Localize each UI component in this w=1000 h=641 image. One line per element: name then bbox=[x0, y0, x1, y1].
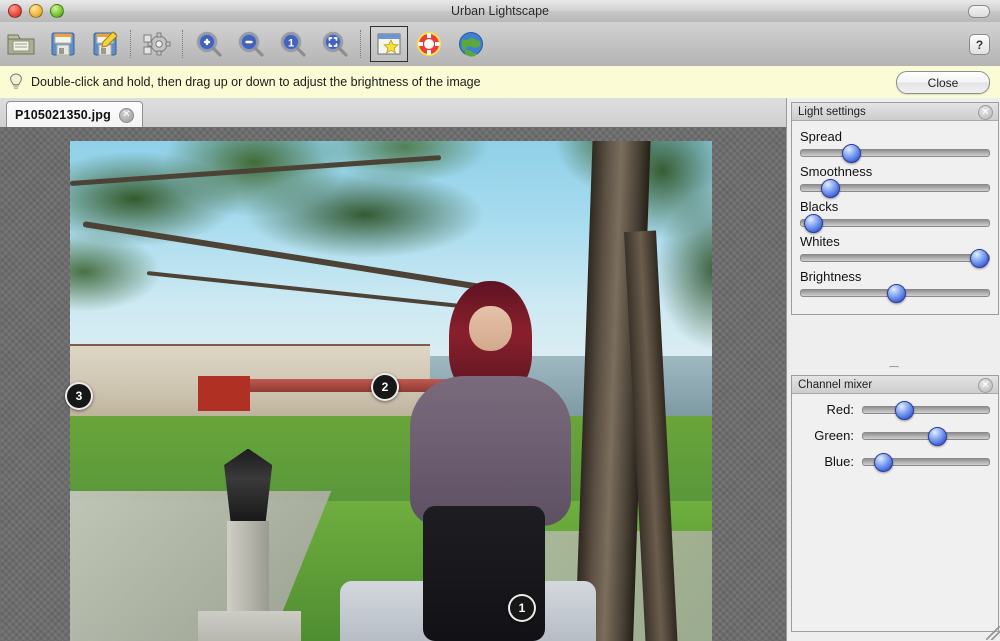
svg-text:1: 1 bbox=[288, 38, 294, 50]
tip-bar: Double-click and hold, then drag up or d… bbox=[0, 66, 1000, 99]
tab-strip: P105021350.jpg ✕ bbox=[0, 98, 786, 128]
effects-button[interactable] bbox=[370, 26, 408, 62]
slider-track-whites[interactable] bbox=[800, 249, 990, 268]
light-settings-panel: Light settings ✕ Spread Smoothness Blacks W… bbox=[791, 102, 999, 315]
save-icon bbox=[49, 30, 77, 58]
channel-mixer-body: Red: Green: Blue: bbox=[792, 394, 998, 490]
tab-close-icon[interactable]: ✕ bbox=[118, 107, 134, 123]
preferences-icon bbox=[142, 30, 172, 58]
channel-label-green: Green: bbox=[814, 428, 854, 443]
tab-p105021350[interactable]: P105021350.jpg ✕ bbox=[6, 101, 143, 128]
document-area: P105021350.jpg ✕ 1 2 3 bbox=[0, 98, 786, 641]
lightbulb-icon bbox=[9, 73, 23, 91]
channel-mixer-panel: Channel mixer ✕ Red: Green: Blue: bbox=[791, 375, 999, 632]
channel-mixer-title: Channel mixer bbox=[798, 378, 873, 391]
zoom-out-icon bbox=[237, 30, 265, 58]
channel-label-red: Red: bbox=[826, 402, 854, 417]
open-button[interactable] bbox=[0, 24, 42, 64]
zoom-fit-icon bbox=[321, 30, 349, 58]
light-marker-3[interactable]: 3 bbox=[65, 382, 93, 410]
slider-label-spread: Spread bbox=[800, 129, 842, 144]
window-title: Urban Lightscape bbox=[451, 4, 549, 18]
save-as-button[interactable] bbox=[84, 24, 126, 64]
toolbar-separator-2 bbox=[182, 30, 184, 58]
slider-track-spread[interactable] bbox=[800, 144, 990, 163]
channel-mixer-close-icon[interactable]: ✕ bbox=[978, 378, 993, 393]
channel-track-blue[interactable] bbox=[862, 452, 990, 472]
effects-icon bbox=[376, 32, 402, 56]
slider-thumb-blacks[interactable] bbox=[804, 214, 824, 233]
application-window: Urban Lightscape 1 ? Double-click and ho… bbox=[0, 0, 1000, 641]
toolbar-separator-1 bbox=[130, 30, 132, 58]
photo-person-face bbox=[469, 306, 512, 351]
photo-person-sweater bbox=[410, 376, 571, 526]
slider-track-smoothness[interactable] bbox=[800, 179, 990, 198]
title-bar: Urban Lightscape bbox=[0, 0, 1000, 23]
support-button[interactable] bbox=[408, 24, 450, 64]
toolbar-settings-group bbox=[136, 22, 178, 66]
channel-label-blue: Blue: bbox=[824, 454, 854, 469]
slider-row-spread: Spread bbox=[800, 129, 990, 163]
channel-row-green: Green: bbox=[800, 426, 990, 446]
slider-thumb-smoothness[interactable] bbox=[821, 179, 841, 198]
channel-thumb-green[interactable] bbox=[928, 426, 948, 446]
channel-row-red: Red: bbox=[800, 400, 990, 420]
preferences-button[interactable] bbox=[136, 24, 178, 64]
photo-red-panel bbox=[198, 376, 250, 411]
tip-close-button[interactable]: Close bbox=[896, 71, 990, 94]
toolbar-file-group bbox=[0, 22, 126, 66]
photo-pedestal bbox=[198, 611, 302, 641]
open-icon bbox=[6, 30, 36, 58]
tip-message: Double-click and hold, then drag up or d… bbox=[31, 75, 481, 89]
image-canvas[interactable]: 1234 bbox=[0, 127, 786, 641]
channel-thumb-red[interactable] bbox=[895, 400, 915, 420]
slider-label-brightness: Brightness bbox=[800, 269, 862, 284]
toolbar-extras-group bbox=[366, 22, 492, 66]
save-button[interactable] bbox=[42, 24, 84, 64]
slider-row-brightness: Brightness bbox=[800, 269, 990, 303]
window-resize-handle[interactable] bbox=[986, 626, 1000, 640]
zoom-actual-button[interactable]: 1 bbox=[272, 24, 314, 64]
light-marker-1[interactable]: 1 bbox=[508, 594, 536, 622]
slider-label-blacks: Blacks bbox=[800, 199, 839, 214]
slider-track-brightness[interactable] bbox=[800, 284, 990, 303]
light-settings-header: Light settings ✕ bbox=[792, 103, 998, 121]
toolbar-zoom-group: 1 bbox=[188, 22, 356, 66]
channel-track-green[interactable] bbox=[862, 426, 990, 446]
splitter-grip bbox=[889, 365, 899, 370]
light-settings-body: Spread Smoothness Blacks Whites Brightness bbox=[792, 121, 998, 314]
zoom-fit-button[interactable] bbox=[314, 24, 356, 64]
slider-row-smoothness: Smoothness bbox=[800, 164, 990, 198]
support-icon bbox=[415, 30, 443, 58]
save-as-icon bbox=[91, 30, 119, 58]
web-button[interactable] bbox=[450, 24, 492, 64]
light-marker-2[interactable]: 2 bbox=[371, 373, 399, 401]
zoom-in-icon bbox=[195, 30, 223, 58]
zoom-in-button[interactable] bbox=[188, 24, 230, 64]
slider-row-blacks: Blacks bbox=[800, 199, 990, 233]
slider-thumb-spread[interactable] bbox=[841, 144, 861, 163]
slider-thumb-brightness[interactable] bbox=[887, 284, 906, 303]
tab-label: P105021350.jpg bbox=[15, 108, 111, 122]
slider-row-whites: Whites bbox=[800, 234, 990, 268]
panel-splitter[interactable] bbox=[791, 364, 997, 371]
channel-track-red[interactable] bbox=[862, 400, 990, 420]
web-icon bbox=[457, 30, 485, 58]
inspector-panel: Light settings ✕ Spread Smoothness Blacks W… bbox=[786, 98, 1000, 641]
slider-label-whites: Whites bbox=[800, 234, 840, 249]
help-button[interactable]: ? bbox=[969, 34, 990, 55]
toolbar: 1 ? bbox=[0, 22, 1000, 67]
slider-track-blacks[interactable] bbox=[800, 214, 990, 233]
zoom-out-button[interactable] bbox=[230, 24, 272, 64]
channel-row-blue: Blue: bbox=[800, 452, 990, 472]
toolbar-toggle-button[interactable] bbox=[968, 5, 990, 18]
channel-mixer-header: Channel mixer ✕ bbox=[792, 376, 998, 394]
slider-thumb-whites[interactable] bbox=[969, 249, 989, 268]
zoom-actual-icon: 1 bbox=[279, 30, 307, 58]
light-settings-close-icon[interactable]: ✕ bbox=[978, 105, 993, 120]
toolbar-separator-3 bbox=[360, 30, 362, 58]
channel-thumb-blue[interactable] bbox=[873, 452, 893, 472]
slider-label-smoothness: Smoothness bbox=[800, 164, 873, 179]
light-settings-title: Light settings bbox=[798, 105, 866, 118]
